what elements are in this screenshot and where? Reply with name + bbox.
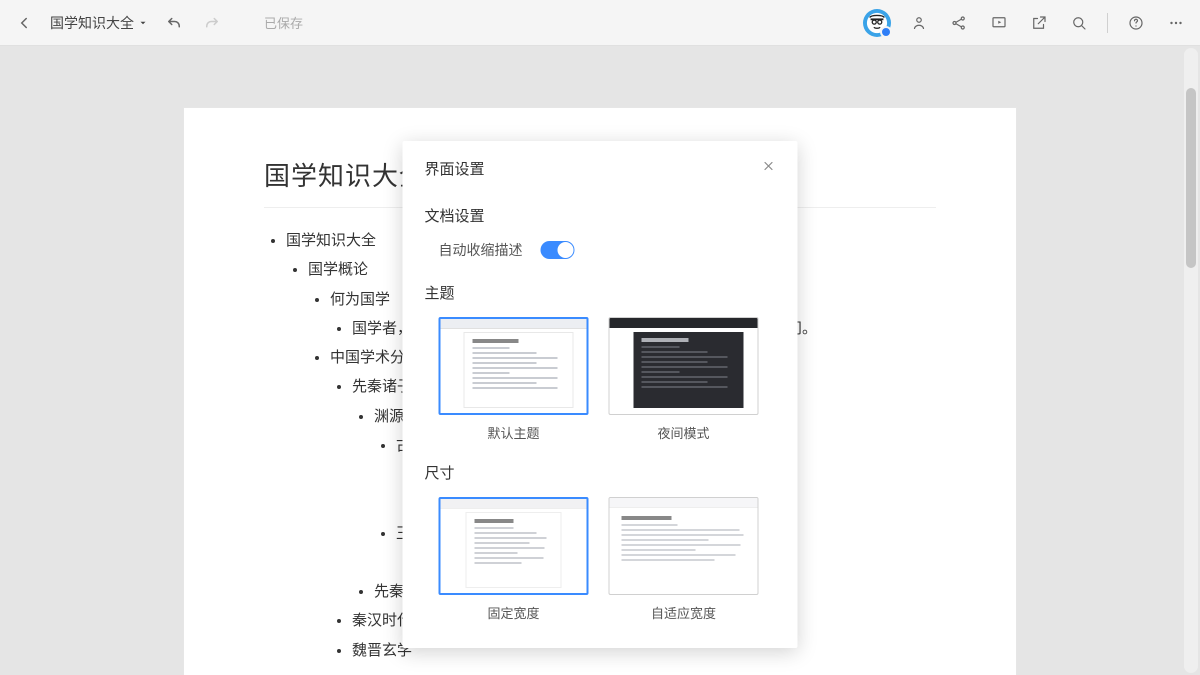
toolbar-divider (1107, 13, 1108, 33)
doc-settings-heading: 文档设置 (425, 205, 776, 226)
size-preview-fluid (609, 497, 759, 595)
redo-icon (203, 14, 221, 32)
avatar[interactable] (863, 9, 891, 37)
presentation-icon (990, 14, 1008, 32)
document-title-text: 国学知识大全 (50, 13, 134, 33)
user-icon (910, 14, 928, 32)
redo-button[interactable] (200, 11, 224, 35)
theme-preview-dark (609, 317, 759, 415)
auto-collapse-toggle[interactable] (541, 241, 575, 259)
external-link-button[interactable] (1027, 11, 1051, 35)
share-button[interactable] (947, 11, 971, 35)
theme-option-label: 夜间模式 (657, 423, 709, 442)
collaborators-button[interactable] (907, 11, 931, 35)
auto-collapse-label: 自动收缩描述 (439, 240, 523, 260)
more-button[interactable] (1164, 11, 1188, 35)
size-option-label: 自适应宽度 (651, 603, 716, 622)
size-option-label: 固定宽度 (487, 603, 539, 622)
avatar-face-icon (866, 12, 888, 34)
present-button[interactable] (987, 11, 1011, 35)
size-heading: 尺寸 (425, 462, 776, 483)
help-button[interactable] (1124, 11, 1148, 35)
external-link-icon (1030, 14, 1048, 32)
close-icon (762, 159, 776, 173)
back-button[interactable] (12, 11, 36, 35)
search-button[interactable] (1067, 11, 1091, 35)
theme-option-label: 默认主题 (487, 423, 539, 442)
scrollbar-thumb[interactable] (1186, 88, 1196, 268)
size-option-fluid[interactable]: 自适应宽度 (609, 497, 759, 622)
chevron-left-icon (15, 14, 33, 32)
size-preview-fixed (439, 497, 589, 595)
theme-preview-light (439, 317, 589, 415)
modal-close-button[interactable] (762, 159, 776, 178)
work-area: 国学知识大全 国学知识大全 国学概论 何为国学 国学者，………………………………… (0, 46, 1200, 675)
interface-settings-modal: 界面设置 文档设置 自动收缩描述 主题 (403, 141, 798, 648)
undo-icon (165, 14, 183, 32)
more-horizontal-icon (1167, 14, 1185, 32)
theme-heading: 主题 (425, 282, 776, 303)
save-status: 已保存 (264, 13, 303, 32)
share-icon (950, 14, 968, 32)
vertical-scrollbar[interactable] (1184, 48, 1198, 673)
caret-down-icon (138, 18, 148, 28)
modal-title: 界面设置 (425, 158, 485, 179)
topbar: 国学知识大全 已保存 (0, 0, 1200, 46)
theme-option-night[interactable]: 夜间模式 (609, 317, 759, 442)
search-icon (1070, 14, 1088, 32)
document-title-dropdown[interactable]: 国学知识大全 (50, 13, 148, 33)
help-icon (1127, 14, 1145, 32)
undo-button[interactable] (162, 11, 186, 35)
theme-option-default[interactable]: 默认主题 (439, 317, 589, 442)
size-option-fixed[interactable]: 固定宽度 (439, 497, 589, 622)
